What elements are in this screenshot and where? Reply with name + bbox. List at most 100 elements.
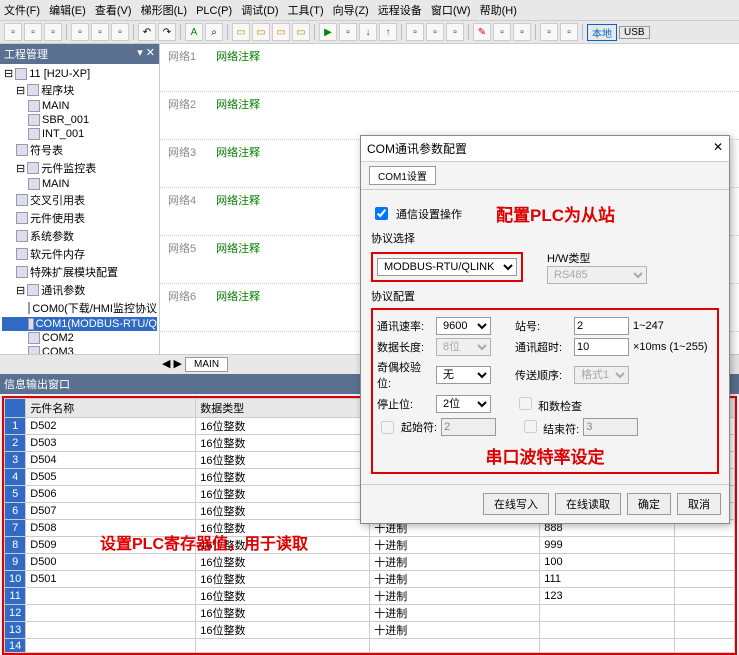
tree-main[interactable]: MAIN [2, 99, 157, 113]
parity-label: 奇偶校验位: [377, 359, 432, 391]
col-type[interactable]: 数据类型 [196, 399, 370, 418]
tree-symboltable[interactable]: 符号表 [2, 141, 157, 159]
menu-edit[interactable]: 编辑(E) [49, 5, 86, 17]
tree-monitor[interactable]: ⊟ 元件监控表 [2, 159, 157, 177]
tree-expmodule[interactable]: 特殊扩展模块配置 [2, 263, 157, 281]
tb-x1-icon[interactable]: ▫ [493, 23, 511, 41]
menu-tool[interactable]: 工具(T) [288, 5, 324, 17]
menu-debug[interactable]: 调试(D) [241, 5, 278, 17]
tb-paste-icon[interactable]: ▫ [111, 23, 129, 41]
menu-help[interactable]: 帮助(H) [480, 5, 517, 17]
baud-select[interactable]: 9600 [436, 317, 491, 335]
tab-nav-icon[interactable]: ◀ ▶ [162, 358, 182, 370]
tree-sysparam[interactable]: 系统参数 [2, 227, 157, 245]
btn-cancel[interactable]: 取消 [677, 493, 721, 515]
btn-online-write[interactable]: 在线写入 [483, 493, 549, 515]
table-row[interactable]: 1316位整数十进制 [5, 622, 735, 639]
station-range: 1~247 [633, 320, 664, 332]
tb-y2-icon[interactable]: ▫ [560, 23, 578, 41]
tb-redo-icon[interactable]: ↷ [158, 23, 176, 41]
tb-run-icon[interactable]: ▶ [319, 23, 337, 41]
tree-programblock[interactable]: ⊟ 程序块 [2, 81, 157, 99]
protocol-select[interactable]: MODBUS-RTU/QLINK [377, 258, 517, 276]
tb-local-tag[interactable]: 本地 [587, 24, 617, 41]
tb-ladder2-icon[interactable]: ▭ [252, 23, 270, 41]
tb-new-icon[interactable]: ▫ [4, 23, 22, 41]
start-input [441, 418, 496, 436]
tree-monitor-main[interactable]: MAIN [2, 177, 157, 191]
tb-ladder3-icon[interactable]: ▭ [272, 23, 290, 41]
txorder-label: 传送顺序: [515, 367, 570, 383]
table-row[interactable]: 1216位整数十进制 [5, 605, 735, 622]
stop-select[interactable]: 2位 [436, 395, 491, 413]
table-row[interactable]: 9D50016位整数十进制100 [5, 554, 735, 571]
menu-bar: 文件(F) 编辑(E) 查看(V) 梯形图(L) PLC(P) 调试(D) 工具… [0, 0, 739, 21]
tb-open-icon[interactable]: ▫ [24, 23, 42, 41]
datalen-label: 数据长度: [377, 339, 432, 355]
menu-view[interactable]: 查看(V) [95, 5, 132, 17]
table-row[interactable]: 14 [5, 639, 735, 653]
tb-ladder4-icon[interactable]: ▭ [292, 23, 310, 41]
tb-x2-icon[interactable]: ▫ [513, 23, 531, 41]
chk-comm-cfg[interactable] [375, 207, 388, 220]
station-label: 站号: [515, 318, 570, 334]
tb-cut-icon[interactable]: ▫ [71, 23, 89, 41]
tb-down-icon[interactable]: ↓ [359, 23, 377, 41]
tb-ladder1-icon[interactable]: ▭ [232, 23, 250, 41]
project-sidebar: 工程管理▾ ✕ ⊟ 11 [H2U-XP] ⊟ 程序块 MAIN SBR_001… [0, 44, 160, 354]
menu-file[interactable]: 文件(F) [4, 5, 40, 17]
sumcheck-label: 和数检查 [538, 401, 582, 413]
tree-xref[interactable]: 交叉引用表 [2, 191, 157, 209]
tb-pen-icon[interactable]: ✎ [473, 23, 491, 41]
btn-ok[interactable]: 确定 [627, 493, 671, 515]
network-row: 网络2网络注释 [160, 92, 739, 140]
col-name[interactable]: 元件名称 [26, 399, 196, 418]
tb-usb-tag[interactable]: USB [619, 26, 650, 39]
tb-y1-icon[interactable]: ▫ [540, 23, 558, 41]
txorder-select: 格式1 [574, 366, 629, 384]
tb-m3-icon[interactable]: ▫ [446, 23, 464, 41]
tb-save-icon[interactable]: ▫ [44, 23, 62, 41]
tree-com2[interactable]: COM2 [2, 331, 157, 345]
tb-m1-icon[interactable]: ▫ [406, 23, 424, 41]
annotation-slave: 配置PLC为从站 [496, 201, 615, 226]
tab-main[interactable]: MAIN [185, 357, 228, 372]
tree-com3[interactable]: COM3 [2, 345, 157, 354]
menu-wizard[interactable]: 向导(Z) [333, 5, 369, 17]
station-input[interactable] [574, 317, 629, 335]
timeout-label: 通讯超时: [515, 339, 570, 355]
parity-select[interactable]: 无 [436, 366, 491, 384]
tb-m2-icon[interactable]: ▫ [426, 23, 444, 41]
tree-com0[interactable]: COM0(下载/HMI监控协议 [2, 299, 157, 317]
tb-find-icon[interactable]: ⌕ [205, 23, 223, 41]
tree-int001[interactable]: INT_001 [2, 127, 157, 141]
tree-root[interactable]: ⊟ 11 [H2U-XP] [2, 66, 157, 81]
table-row[interactable]: 1116位整数十进制123 [5, 588, 735, 605]
tree-sbr001[interactable]: SBR_001 [2, 113, 157, 127]
tb-copy-icon[interactable]: ▫ [91, 23, 109, 41]
close-icon[interactable]: ✕ [713, 140, 723, 157]
tb-up-icon[interactable]: ↑ [379, 23, 397, 41]
dialog-tab-com1[interactable]: COM1设置 [369, 166, 436, 185]
chk-end [524, 420, 537, 433]
table-row[interactable]: 10D50116位整数十进制111 [5, 571, 735, 588]
tree-softmem[interactable]: 软元件内存 [2, 245, 157, 263]
tree-elemusage[interactable]: 元件使用表 [2, 209, 157, 227]
end-label: 结束符: [543, 424, 579, 436]
menu-remote[interactable]: 远程设备 [378, 5, 422, 17]
tb-undo-icon[interactable]: ↶ [138, 23, 156, 41]
tree-com1[interactable]: COM1(MODBUS-RTU/Q [2, 317, 157, 331]
menu-plc[interactable]: PLC(P) [196, 5, 232, 17]
sidebar-close-icon[interactable]: ▾ ✕ [137, 46, 155, 62]
menu-window[interactable]: 窗口(W) [431, 5, 471, 17]
menu-ladder[interactable]: 梯形图(L) [141, 5, 187, 17]
chk-sumcheck [519, 397, 532, 410]
timeout-unit: ×10ms (1~255) [633, 341, 708, 353]
tree-commparam[interactable]: ⊟ 通讯参数 [2, 281, 157, 299]
project-tree[interactable]: ⊟ 11 [H2U-XP] ⊟ 程序块 MAIN SBR_001 INT_001… [0, 64, 159, 354]
tb-a-icon[interactable]: A [185, 23, 203, 41]
btn-online-read[interactable]: 在线读取 [555, 493, 621, 515]
toolbar-1: ▫ ▫ ▫ ▫ ▫ ▫ ↶ ↷ A ⌕ ▭ ▭ ▭ ▭ ▶ ▫ ↓ ↑ ▫ ▫ … [0, 21, 739, 44]
timeout-input[interactable] [574, 338, 629, 356]
tb-stop-icon[interactable]: ▫ [339, 23, 357, 41]
